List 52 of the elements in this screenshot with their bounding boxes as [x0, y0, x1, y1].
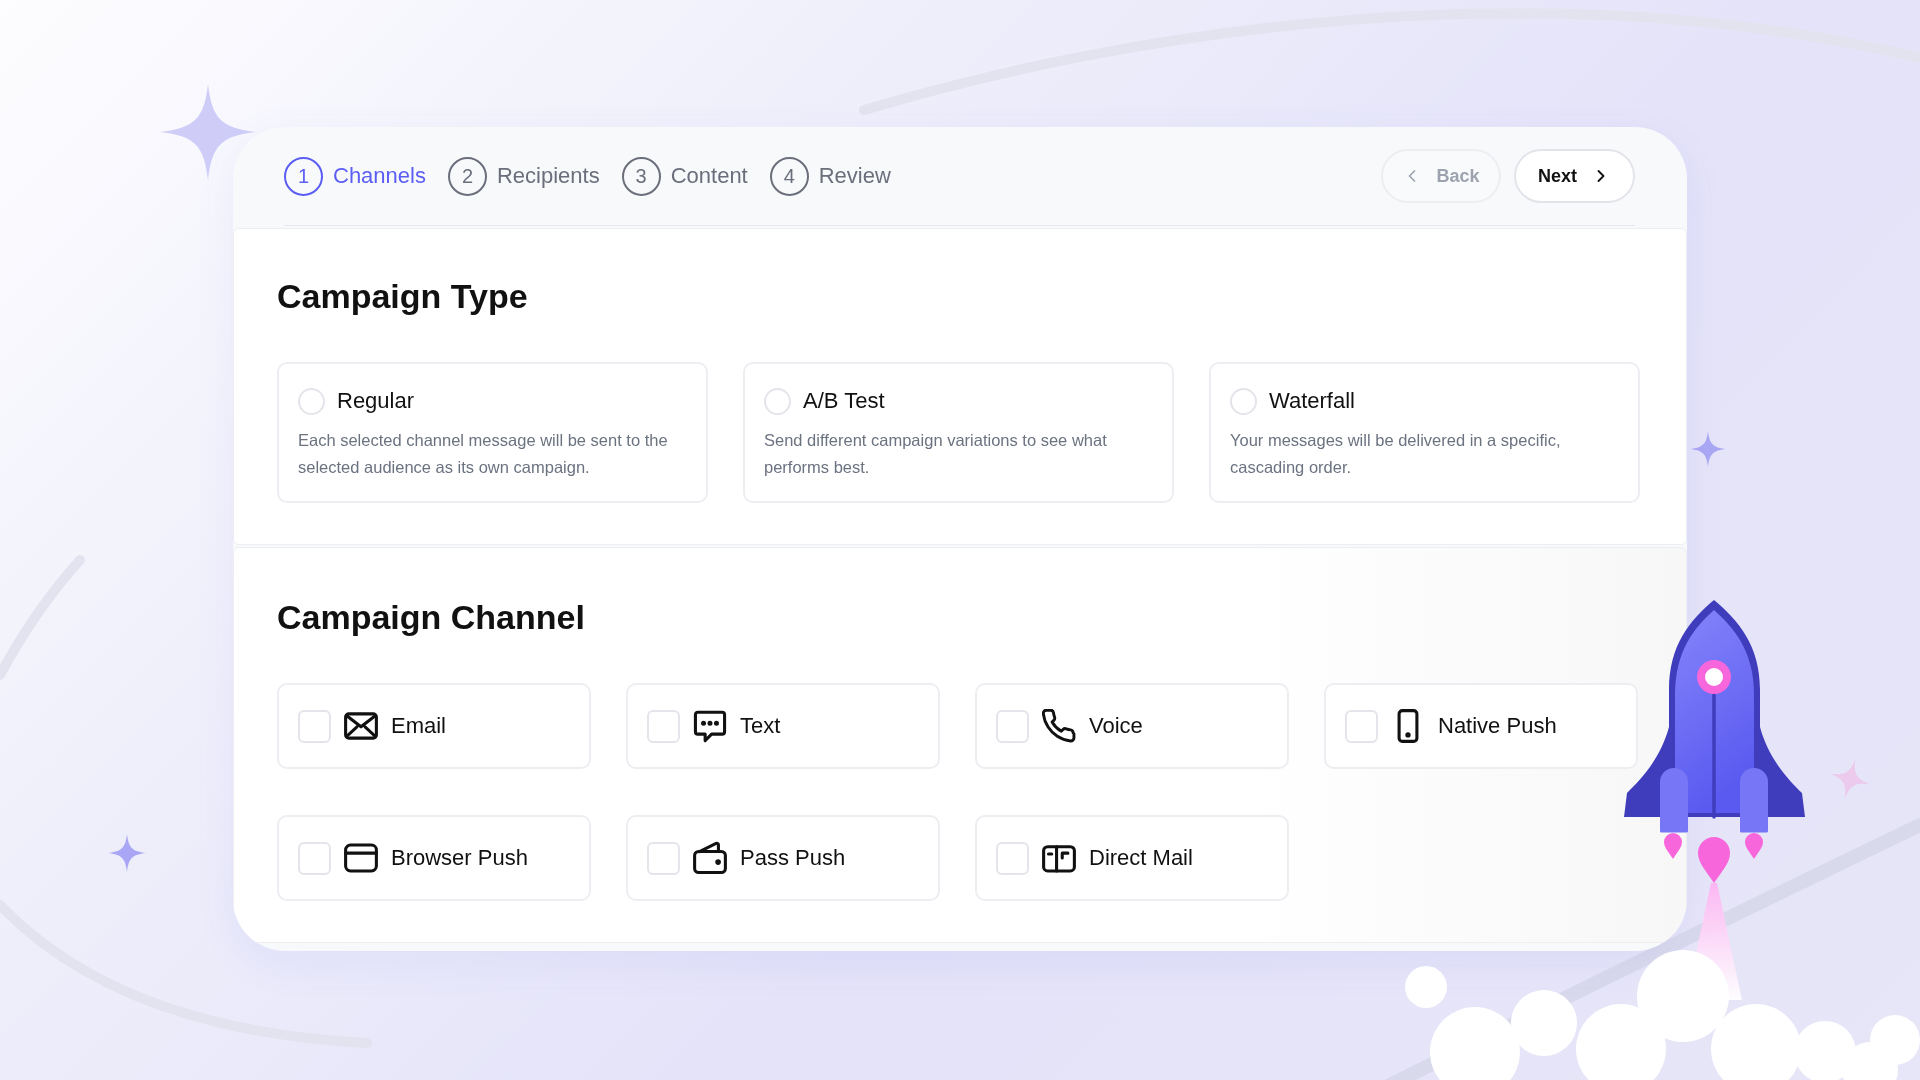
sparkle-icon [1690, 431, 1726, 467]
channel-card[interactable]: Pass Push [626, 815, 940, 901]
section-title: Campaign Type [277, 276, 529, 316]
step-number: 1 [284, 156, 323, 196]
checkbox[interactable] [298, 841, 331, 875]
radio-button[interactable] [1230, 387, 1257, 415]
channel-label: Email [391, 712, 446, 740]
step-tab[interactable]: 1 Channels [284, 156, 426, 196]
channel-label: Text [740, 712, 781, 740]
step-tab[interactable]: 3 Content [621, 156, 748, 196]
campaign-type-card[interactable]: Regular Each selected channel message will be sent to the selected audience as its own campaign. [277, 362, 708, 503]
next-button[interactable]: Next [1514, 149, 1635, 203]
section-title: Campaign Channel [277, 597, 586, 637]
checkbox[interactable] [647, 841, 680, 875]
channel-label: Voice [1089, 712, 1143, 740]
channel-card[interactable]: Browser Push [277, 815, 591, 901]
step-tab[interactable]: 4 Review [769, 156, 891, 196]
browser-window-icon [344, 841, 378, 875]
checkbox[interactable] [996, 841, 1029, 875]
step-number: 4 [769, 156, 809, 196]
option-description: Send different campaign variations to see what performs best. [764, 430, 1108, 478]
envelope-icon [344, 709, 378, 743]
chat-bubble-icon [693, 709, 727, 743]
step-number: 2 [447, 156, 487, 196]
option-description: Each selected channel message will be sent to the selected audience as its own campaign. [298, 430, 669, 478]
channel-card[interactable]: Voice [975, 683, 1289, 769]
sparkle-icon [108, 834, 146, 872]
wallet-icon [693, 841, 727, 875]
step-number: 3 [621, 156, 661, 196]
option-description: Your messages will be delivered in a specific, cascading order. [1230, 430, 1562, 478]
phone-icon [1042, 709, 1076, 743]
channel-card[interactable]: Direct Mail [975, 815, 1289, 901]
channel-card[interactable]: Text [626, 683, 940, 769]
channel-card[interactable]: Email [277, 683, 591, 769]
checkbox[interactable] [298, 709, 331, 743]
sparkle-icon [160, 84, 256, 180]
radio-button[interactable] [298, 387, 325, 415]
step-tab[interactable]: 2 Recipients [447, 156, 600, 196]
campaign-type-card[interactable]: Waterfall Your messages will be delivered in a specific, cascading order. [1209, 362, 1640, 503]
option-title: A/B Test [803, 387, 885, 415]
channel-label: Browser Push [391, 844, 528, 872]
channel-label: Direct Mail [1089, 844, 1193, 872]
checkbox[interactable] [996, 709, 1029, 743]
channel-card[interactable]: Native Push [1324, 683, 1638, 769]
option-title: Waterfall [1269, 387, 1355, 415]
channel-label: Pass Push [740, 844, 846, 872]
campaign-type-card[interactable]: A/B Test Send different campaign variations to see what performs best. [743, 362, 1174, 503]
channel-label: Native Push [1438, 712, 1557, 740]
radio-button[interactable] [764, 387, 791, 415]
checkbox[interactable] [647, 709, 680, 743]
checkbox[interactable] [1345, 709, 1378, 743]
option-title: Regular [337, 387, 415, 415]
